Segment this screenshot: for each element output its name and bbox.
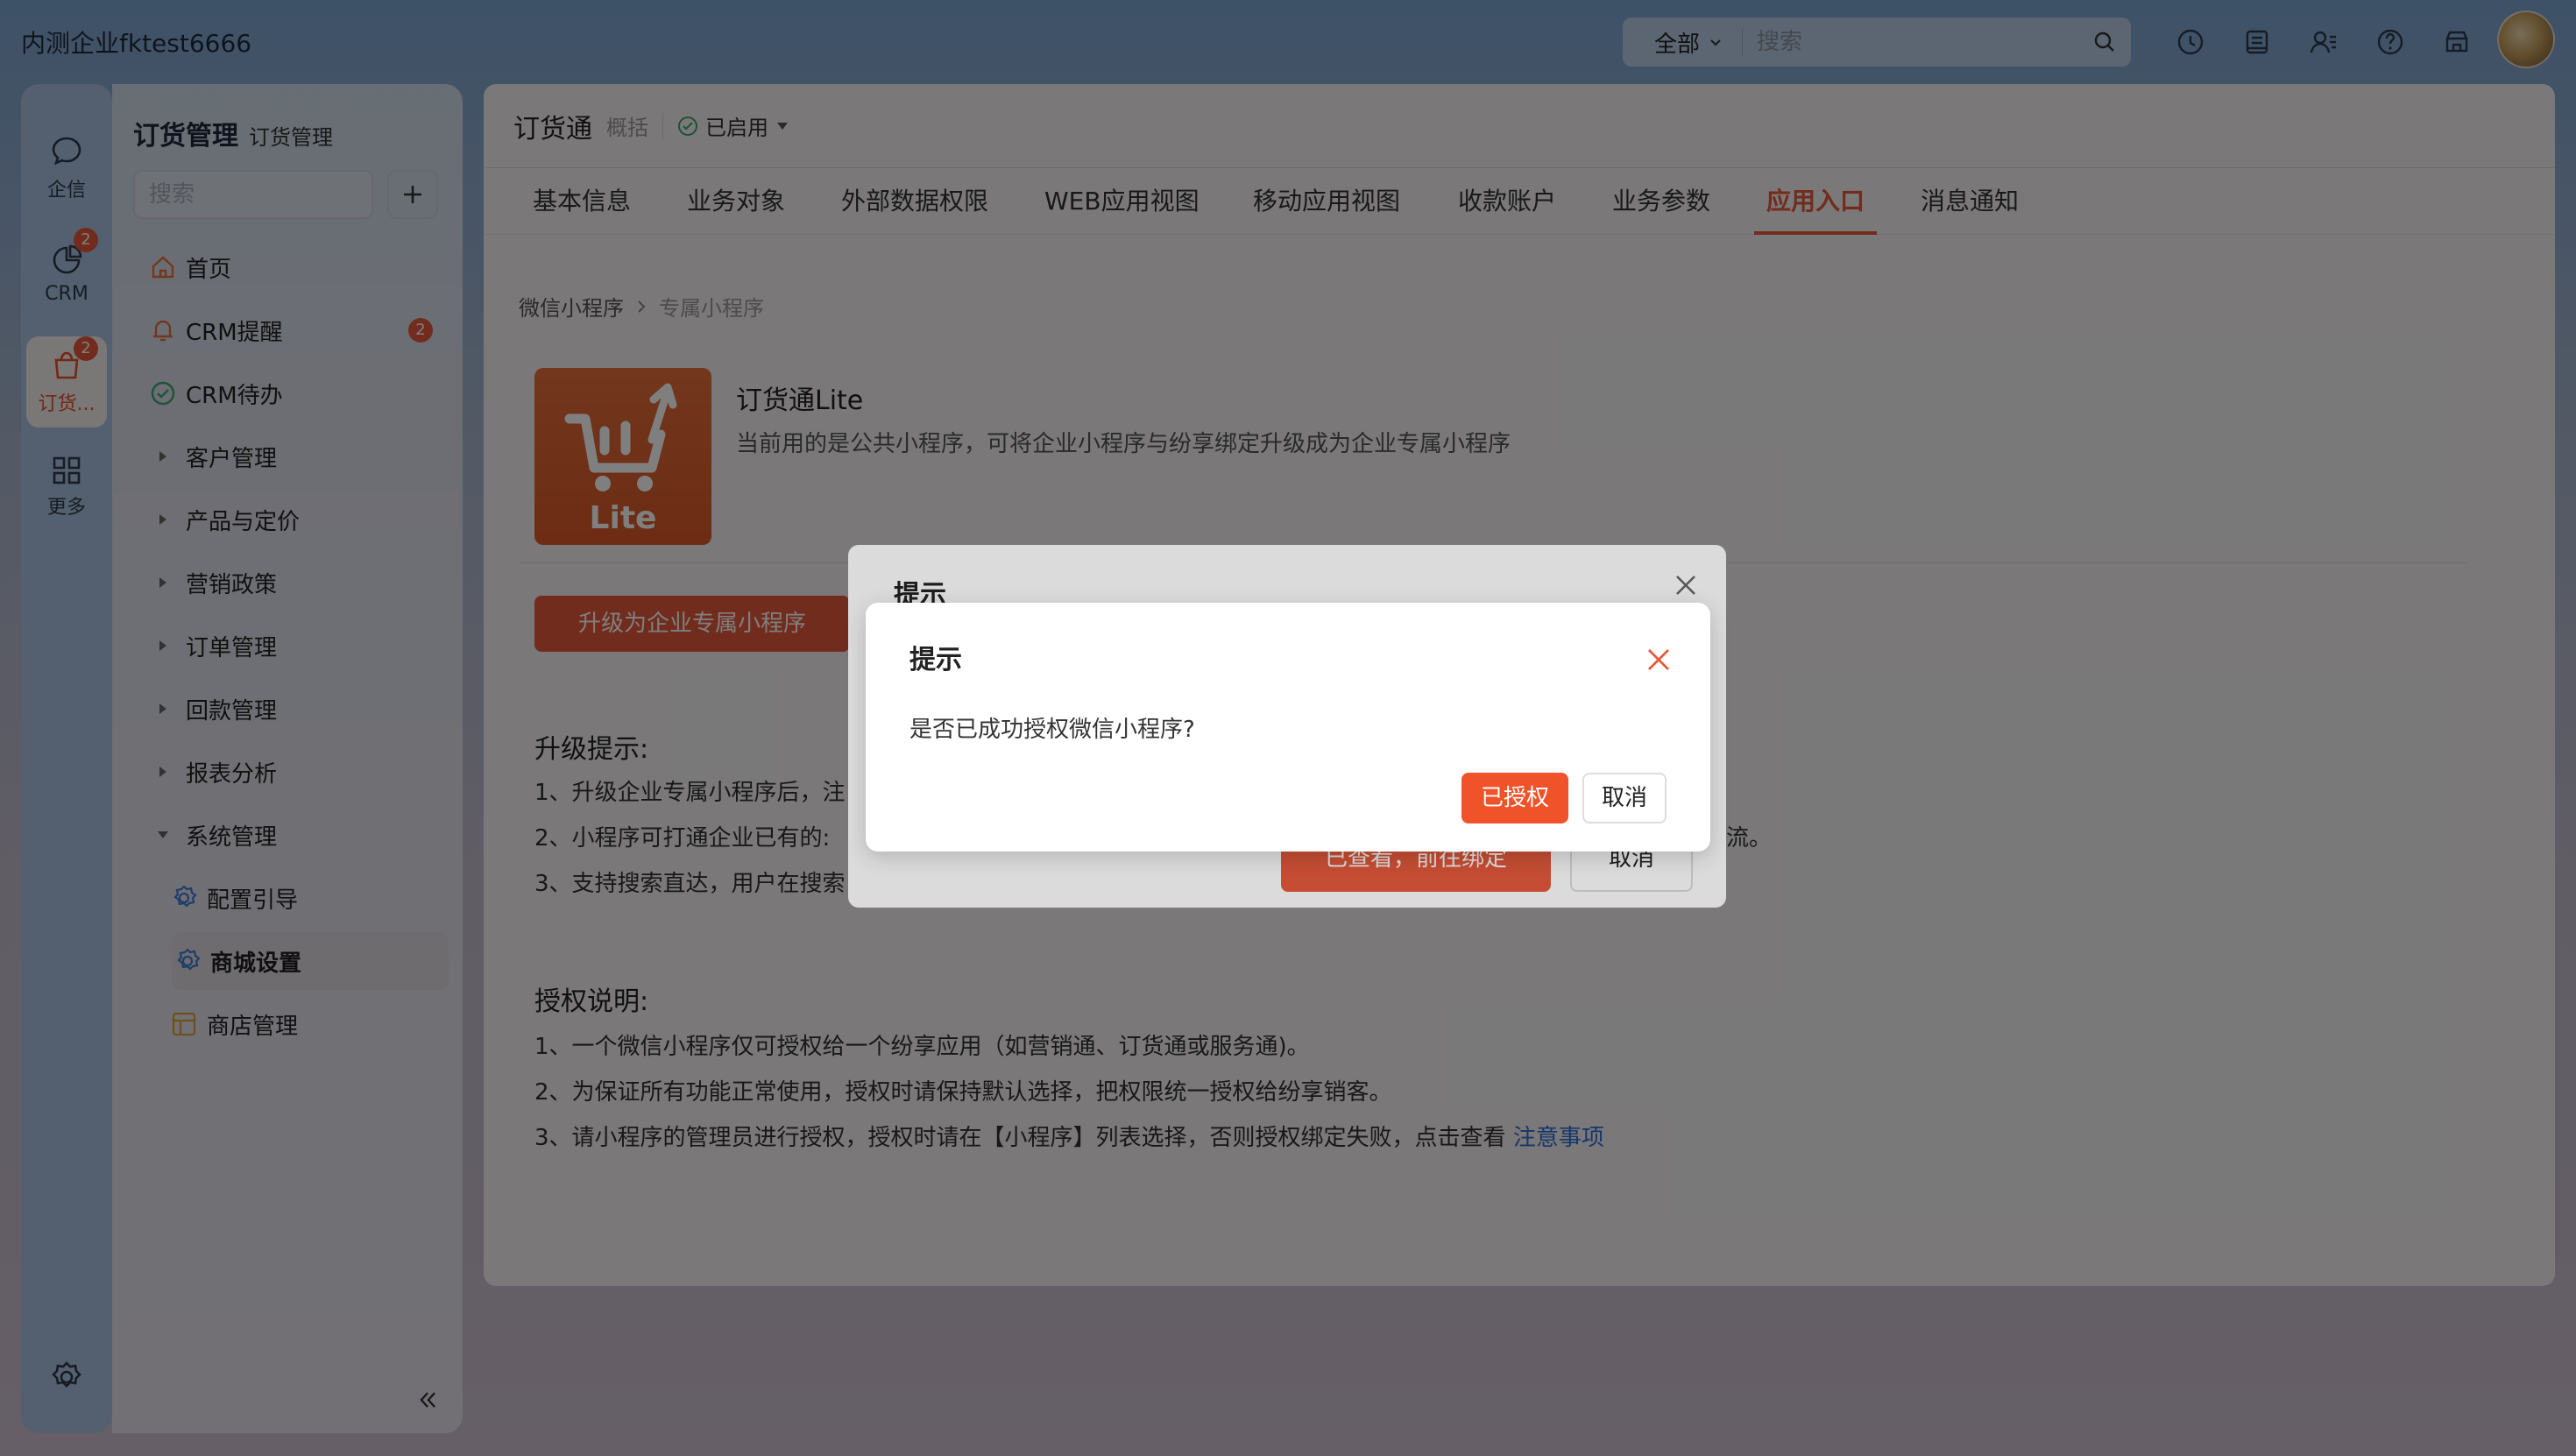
- authorized-button[interactable]: 已授权: [1461, 773, 1568, 823]
- dialog-title: 提示: [909, 645, 962, 675]
- dialog-message: 是否已成功授权微信小程序?: [909, 717, 1195, 743]
- cancel-button[interactable]: 取消: [1582, 773, 1667, 823]
- confirm-dialog: 提示 是否已成功授权微信小程序? 已授权 取消: [866, 603, 1710, 852]
- close-icon[interactable]: [1645, 647, 1672, 673]
